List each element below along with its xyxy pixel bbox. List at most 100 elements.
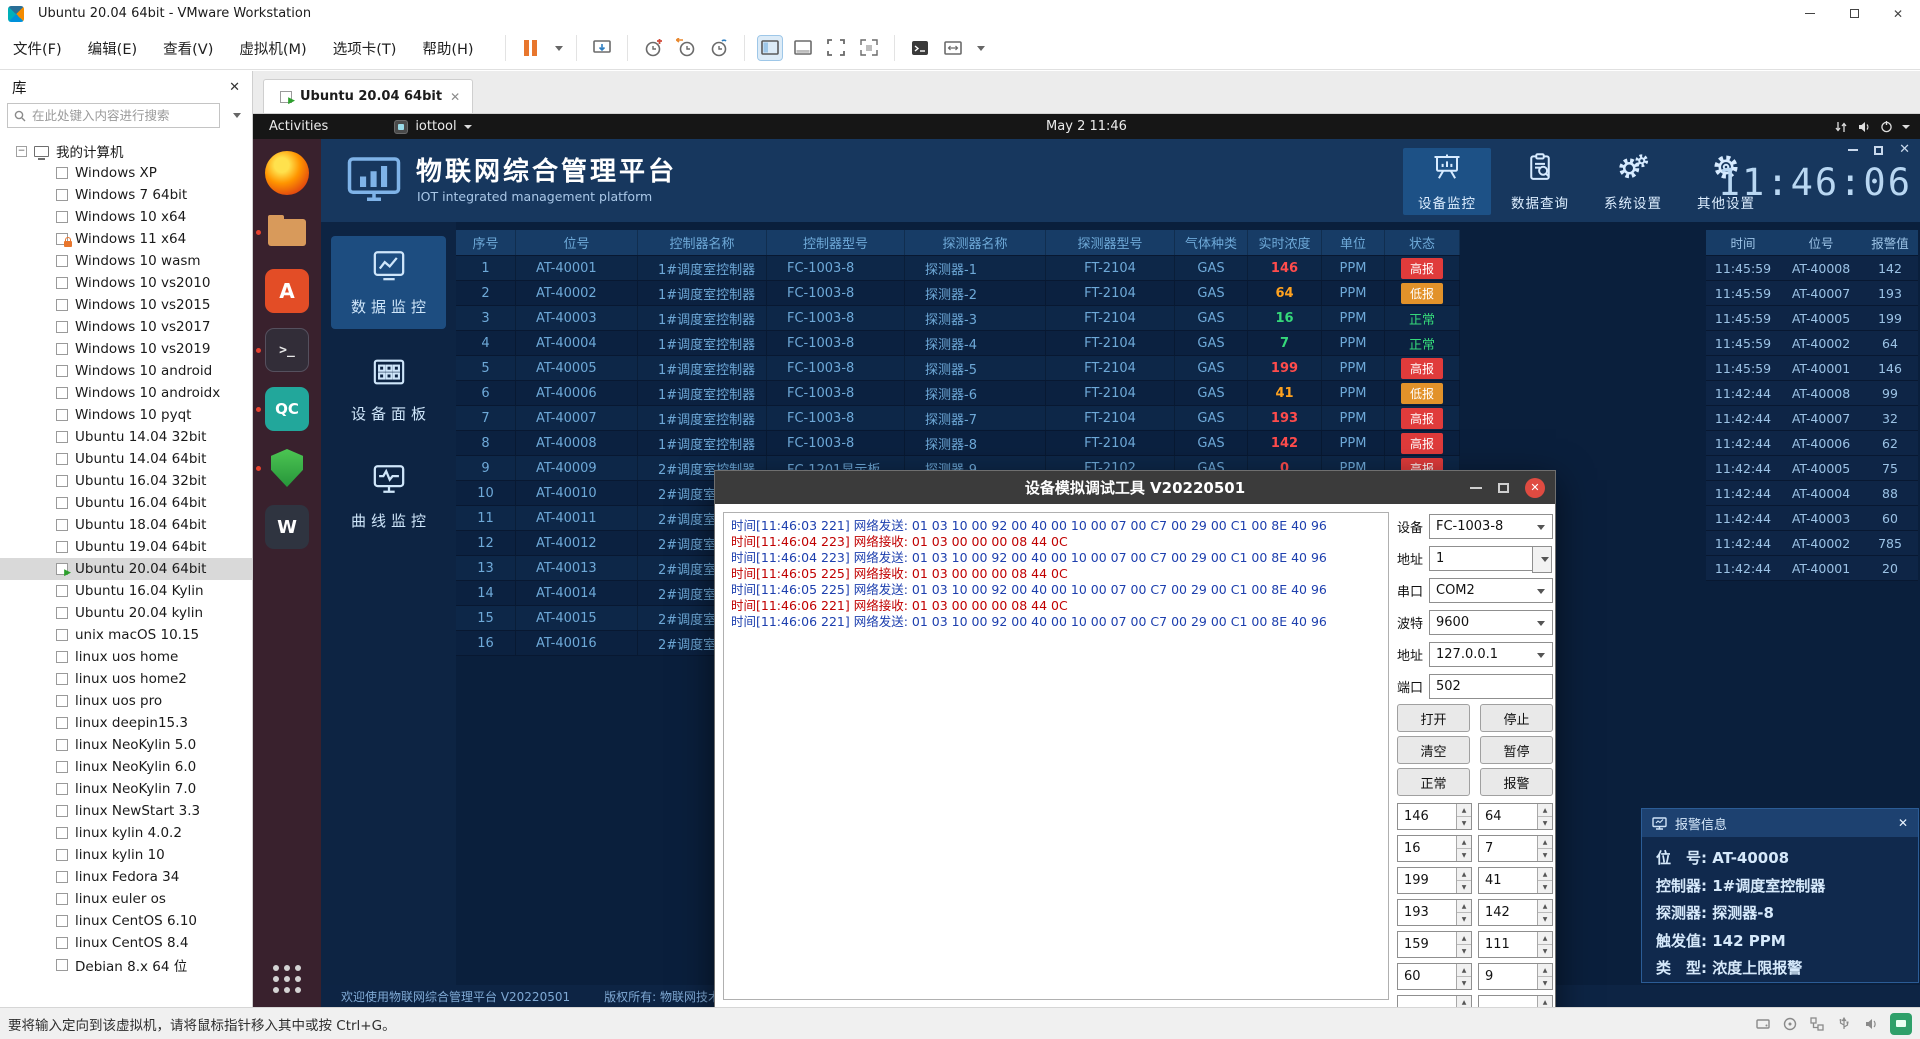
spinner-arrows-icon[interactable]: ▲▼ bbox=[1456, 900, 1471, 925]
baud-rate-select[interactable]: 9600 bbox=[1429, 610, 1553, 635]
vm-list-item[interactable]: Windows 10 android bbox=[0, 360, 252, 382]
tab-close-icon[interactable]: ✕ bbox=[450, 90, 460, 104]
cd-status-icon[interactable] bbox=[1782, 1016, 1798, 1032]
vm-list-item[interactable]: Ubuntu 19.04 64bit bbox=[0, 536, 252, 558]
table-row[interactable]: 5AT-400051#调度室控制器FC-1003-8探测器-5FT-2104GA… bbox=[456, 356, 1460, 381]
port-input[interactable]: 502 bbox=[1429, 674, 1553, 699]
header-button-2[interactable]: 数据查询 bbox=[1496, 148, 1584, 215]
spin-down-icon[interactable]: ▼ bbox=[1457, 945, 1471, 957]
vm-list-item[interactable]: Windows XP bbox=[0, 162, 252, 184]
spin-down-icon[interactable]: ▼ bbox=[1538, 881, 1552, 893]
alarm-row[interactable]: 11:45:59AT-40007193 bbox=[1706, 281, 1918, 306]
sound-status-icon[interactable] bbox=[1863, 1016, 1879, 1032]
vm-list-item[interactable]: linux Fedora 34 bbox=[0, 866, 252, 888]
toggle-thumbnail-icon[interactable] bbox=[791, 36, 815, 60]
spin-down-icon[interactable]: ▼ bbox=[1538, 945, 1552, 957]
spinner-arrows-icon[interactable]: ▲▼ bbox=[1456, 804, 1471, 829]
vm-list-item[interactable]: linux euler os bbox=[0, 888, 252, 910]
vm-list-item[interactable]: Windows 10 pyqt bbox=[0, 404, 252, 426]
wps-dock-icon[interactable]: W bbox=[265, 505, 309, 549]
vm-list-item[interactable]: linux CentOS 8.4 bbox=[0, 932, 252, 954]
message-icon[interactable] bbox=[1890, 1013, 1912, 1035]
spin-up-icon[interactable]: ▲ bbox=[1457, 868, 1471, 881]
vm-list-item[interactable]: Ubuntu 20.04 kylin bbox=[0, 602, 252, 624]
library-search-input[interactable] bbox=[32, 108, 213, 123]
vm-list-item[interactable]: Windows 11 x64 bbox=[0, 228, 252, 250]
value-spinner[interactable]: 193▲▼ bbox=[1397, 899, 1472, 926]
snapshot-revert-icon[interactable] bbox=[674, 36, 698, 60]
tree-root[interactable]: − 我的计算机 bbox=[0, 140, 252, 162]
dialog-titlebar[interactable]: 设备模拟调试工具 V20220501 ✕ bbox=[715, 471, 1555, 504]
table-row[interactable]: 8AT-400081#调度室控制器FC-1003-8探测器-8FT-2104GA… bbox=[456, 431, 1460, 456]
spinner-arrows-icon[interactable]: ▲▼ bbox=[1537, 804, 1552, 829]
spin-down-icon[interactable]: ▼ bbox=[1538, 817, 1552, 829]
alarm-row[interactable]: 11:45:59AT-40001146 bbox=[1706, 356, 1918, 381]
vm-list-item[interactable]: Ubuntu 16.04 Kylin bbox=[0, 580, 252, 602]
files-dock-icon[interactable] bbox=[265, 210, 309, 254]
vm-list-item[interactable]: Windows 10 androidx bbox=[0, 382, 252, 404]
terminal-dock-icon[interactable]: >_ bbox=[265, 328, 309, 372]
activities-button[interactable]: Activities bbox=[253, 119, 328, 134]
menu-item[interactable]: 虚拟机(M) bbox=[226, 38, 319, 59]
spin-down-icon[interactable]: ▼ bbox=[1457, 977, 1471, 989]
value-spinner[interactable]: 16▲▼ bbox=[1397, 835, 1472, 862]
power-icon[interactable] bbox=[1880, 120, 1893, 133]
menu-item[interactable]: 帮助(H) bbox=[409, 38, 486, 59]
value-spinner[interactable]: ▲▼ bbox=[1478, 995, 1553, 1007]
vm-list-item[interactable]: Windows 10 vs2017 bbox=[0, 316, 252, 338]
value-spinner[interactable]: 60▲▼ bbox=[1397, 963, 1472, 990]
alarm-button[interactable]: 报警 bbox=[1480, 768, 1553, 796]
network-log[interactable]: 时间[11:46:03 221] 网络发送: 01 03 10 00 92 00… bbox=[723, 512, 1389, 1000]
vm-list-item[interactable]: Windows 10 wasm bbox=[0, 250, 252, 272]
spinner-arrows-icon[interactable]: ▲▼ bbox=[1537, 836, 1552, 861]
value-spinner[interactable]: 159▲▼ bbox=[1397, 931, 1472, 958]
spin-up-icon[interactable]: ▲ bbox=[1538, 804, 1552, 817]
alarm-row[interactable]: 11:45:59AT-40005199 bbox=[1706, 306, 1918, 331]
vm-list-item[interactable]: linux NeoKylin 6.0 bbox=[0, 756, 252, 778]
alarm-row[interactable]: 11:42:44AT-4000899 bbox=[1706, 381, 1918, 406]
vm-tab[interactable]: ▶ Ubuntu 20.04 64bit ✕ bbox=[263, 79, 473, 113]
vm-list-item[interactable]: Ubuntu 14.04 64bit bbox=[0, 448, 252, 470]
hdd-status-icon[interactable] bbox=[1755, 1016, 1771, 1032]
system-menu-caret-icon[interactable] bbox=[1902, 125, 1910, 129]
show-applications-icon[interactable] bbox=[273, 965, 301, 993]
vm-list-item[interactable]: linux uos home bbox=[0, 646, 252, 668]
firefox-dock-icon[interactable] bbox=[265, 151, 309, 195]
vm-list-item[interactable]: linux uos home2 bbox=[0, 668, 252, 690]
table-row[interactable]: 6AT-400061#调度室控制器FC-1003-8探测器-6FT-2104GA… bbox=[456, 381, 1460, 406]
alarm-row[interactable]: 11:42:44AT-4000662 bbox=[1706, 431, 1918, 456]
dialog-maximize-icon[interactable] bbox=[1498, 483, 1509, 493]
qc-dock-icon[interactable]: QC bbox=[265, 387, 309, 431]
slave-address-select[interactable]: 1 bbox=[1429, 546, 1534, 571]
vm-list-item[interactable]: Windows 10 vs2010 bbox=[0, 272, 252, 294]
spin-up-icon[interactable]: ▲ bbox=[1538, 964, 1552, 977]
spin-up-icon[interactable]: ▲ bbox=[1538, 900, 1552, 913]
minimize-button[interactable] bbox=[1788, 0, 1832, 27]
vm-list-item[interactable]: Windows 10 vs2019 bbox=[0, 338, 252, 360]
value-spinner[interactable]: ▲▼ bbox=[1397, 995, 1472, 1007]
ubuntu-software-dock-icon[interactable]: A bbox=[265, 269, 309, 313]
value-spinner[interactable]: 199▲▼ bbox=[1397, 867, 1472, 894]
vm-list-item[interactable]: linux CentOS 6.10 bbox=[0, 910, 252, 932]
spin-down-icon[interactable]: ▼ bbox=[1457, 881, 1471, 893]
platform-maximize-icon[interactable] bbox=[1874, 146, 1883, 155]
value-spinner[interactable]: 41▲▼ bbox=[1478, 867, 1553, 894]
vm-list-item[interactable]: linux uos pro bbox=[0, 690, 252, 712]
usb-status-icon[interactable] bbox=[1836, 1016, 1852, 1032]
ip-address-select[interactable]: 127.0.0.1 bbox=[1429, 642, 1553, 667]
menu-item[interactable]: 选项卡(T) bbox=[320, 38, 410, 59]
spin-down-icon[interactable]: ▼ bbox=[1457, 817, 1471, 829]
vm-list-item[interactable]: Windows 7 64bit bbox=[0, 184, 252, 206]
search-filter-dropdown[interactable] bbox=[225, 103, 245, 128]
nav-item-1[interactable]: 数据监控 bbox=[331, 236, 446, 329]
vm-list-item[interactable]: linux NeoKylin 5.0 bbox=[0, 734, 252, 756]
vm-list-item[interactable]: ▶Ubuntu 20.04 64bit bbox=[0, 558, 252, 580]
vm-list-item[interactable]: Windows 10 vs2015 bbox=[0, 294, 252, 316]
spinner-arrows-icon[interactable]: ▲▼ bbox=[1456, 964, 1471, 989]
value-spinner[interactable]: 142▲▼ bbox=[1478, 899, 1553, 926]
shield-dock-icon[interactable] bbox=[265, 446, 309, 490]
spinner-arrows-icon[interactable]: ▲▼ bbox=[1537, 900, 1552, 925]
spinner-arrows-icon[interactable]: ▲▼ bbox=[1456, 836, 1471, 861]
close-button[interactable]: ✕ bbox=[1876, 0, 1920, 27]
menu-item[interactable]: 文件(F) bbox=[0, 38, 75, 59]
